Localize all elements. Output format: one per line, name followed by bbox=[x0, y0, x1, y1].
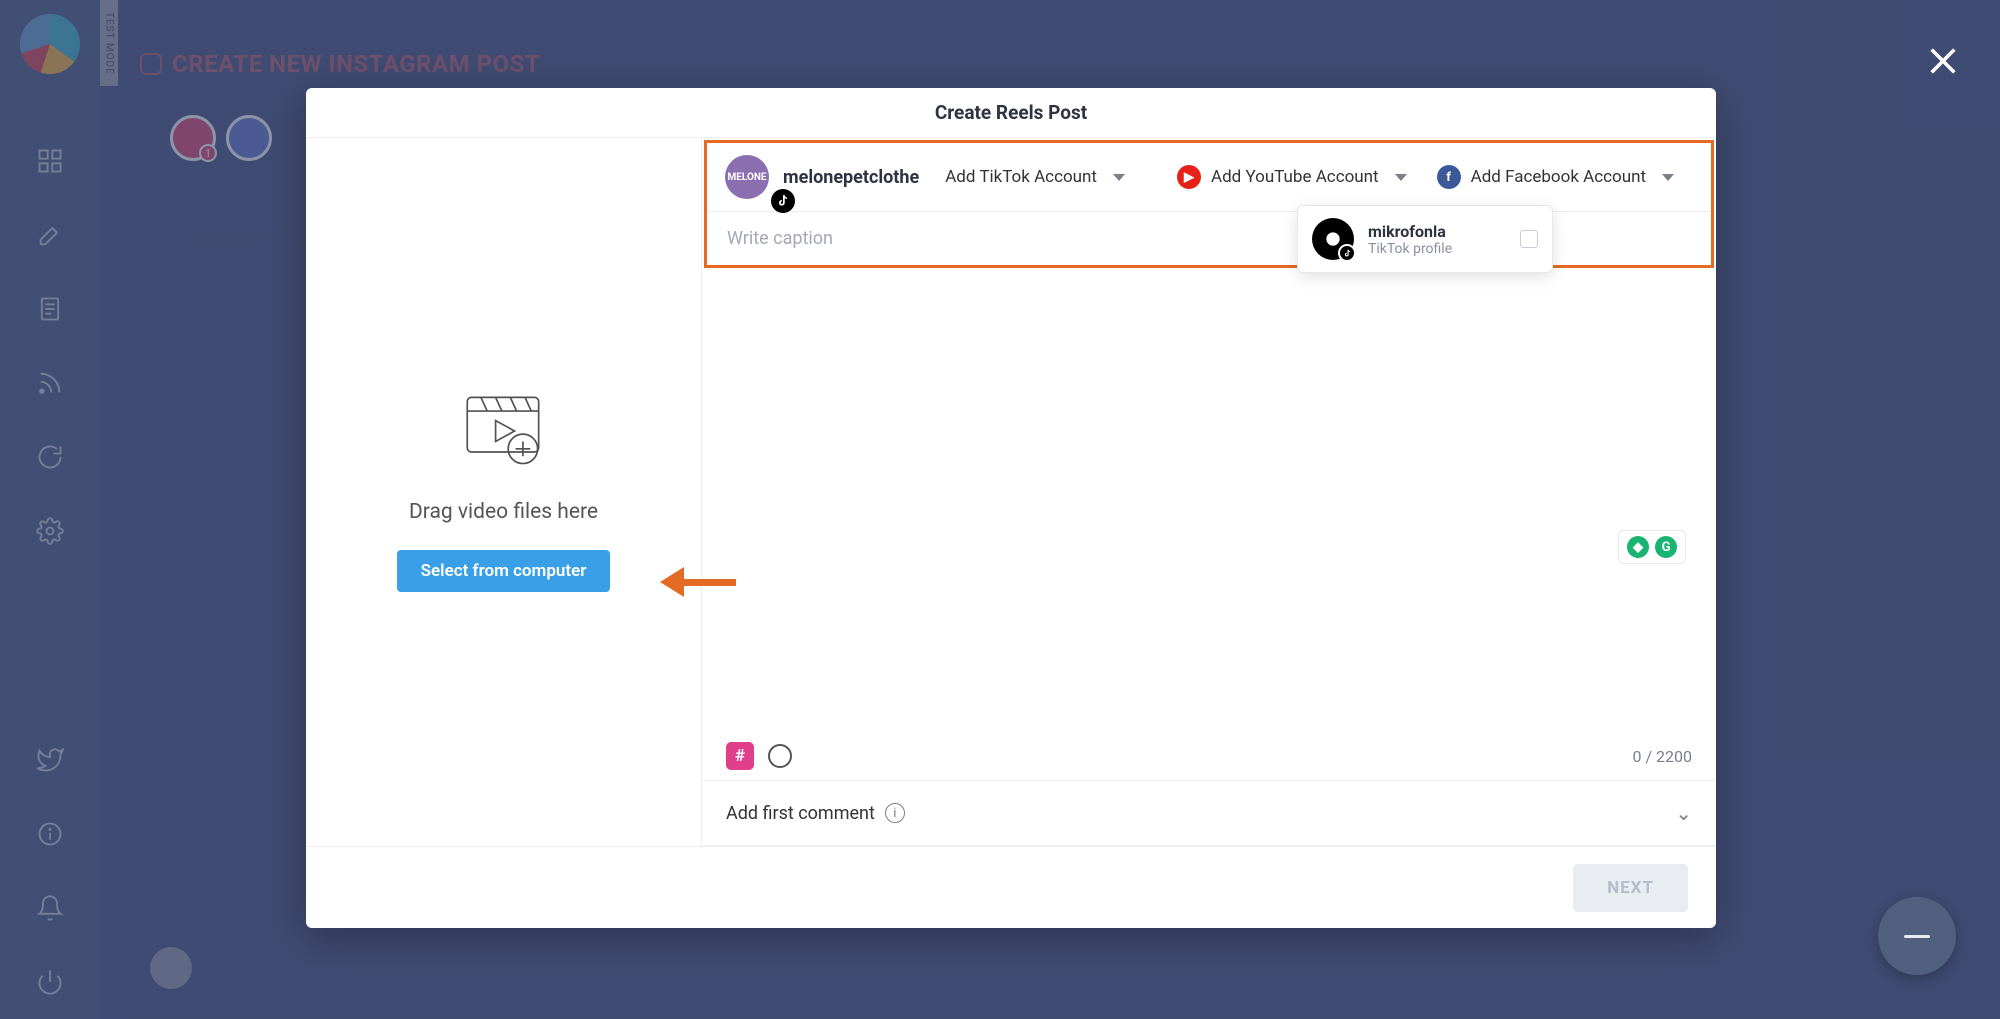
next-button[interactable]: NEXT bbox=[1573, 864, 1688, 912]
video-upload-icon bbox=[462, 392, 546, 474]
chevron-down-icon bbox=[1662, 174, 1674, 181]
tiktok-icon bbox=[771, 189, 795, 213]
modal-title: Create Reels Post bbox=[306, 88, 1716, 138]
tiktok-account-option[interactable]: mikrofonla TikTok profile bbox=[1297, 205, 1553, 273]
primary-account-avatar: MELONE bbox=[725, 155, 769, 199]
modal-footer: NEXT bbox=[306, 846, 1716, 928]
add-youtube-label: Add YouTube Account bbox=[1211, 167, 1379, 187]
tiktok-option-name: mikrofonla bbox=[1368, 222, 1452, 241]
tiktok-icon bbox=[1338, 244, 1356, 262]
facebook-icon: f bbox=[1437, 165, 1461, 189]
first-comment-label: Add first comment bbox=[726, 803, 875, 824]
chevron-down-icon bbox=[1113, 174, 1125, 181]
add-tiktok-label: Add TikTok Account bbox=[945, 167, 1097, 187]
chevron-down-icon: ⌄ bbox=[1675, 801, 1692, 825]
grammarly-tone-icon[interactable]: ◆ bbox=[1627, 536, 1649, 558]
add-facebook-account-button[interactable]: f Add Facebook Account bbox=[1437, 165, 1674, 189]
youtube-icon: ▶ bbox=[1177, 165, 1201, 189]
primary-account[interactable]: MELONE melonepetclothe bbox=[725, 155, 919, 199]
select-from-computer-button[interactable]: Select from computer bbox=[397, 550, 611, 592]
primary-account-name: melonepetclothe bbox=[783, 167, 919, 188]
accounts-highlight-region: MELONE melonepetclothe Add TikTok Accoun… bbox=[704, 140, 1714, 268]
tiktok-option-subtitle: TikTok profile bbox=[1368, 241, 1452, 257]
character-counter: 0 / 2200 bbox=[1633, 747, 1693, 766]
tiktok-option-checkbox[interactable] bbox=[1520, 230, 1538, 248]
emoji-button[interactable] bbox=[768, 744, 792, 768]
annotation-arrow bbox=[660, 567, 736, 597]
reels-form: MELONE melonepetclothe Add TikTok Accoun… bbox=[702, 138, 1716, 846]
menu-fab[interactable] bbox=[1878, 897, 1956, 975]
grammarly-icon[interactable]: G bbox=[1655, 536, 1677, 558]
grammarly-widget[interactable]: ◆ G bbox=[1618, 530, 1686, 564]
chevron-down-icon bbox=[1395, 174, 1407, 181]
add-first-comment-toggle[interactable]: Add first comment i ⌄ bbox=[702, 781, 1716, 846]
close-icon[interactable] bbox=[1926, 44, 1960, 78]
info-icon[interactable]: i bbox=[885, 803, 905, 823]
add-youtube-account-button[interactable]: ▶ Add YouTube Account bbox=[1177, 165, 1407, 189]
drop-zone-text: Drag video files here bbox=[409, 500, 598, 524]
hashtag-button[interactable]: # bbox=[726, 742, 754, 770]
add-tiktok-account-button[interactable]: Add TikTok Account bbox=[945, 167, 1125, 187]
add-facebook-label: Add Facebook Account bbox=[1471, 167, 1646, 187]
create-reels-modal: Create Reels Post Drag video files here … bbox=[306, 88, 1716, 928]
tiktok-option-avatar bbox=[1312, 218, 1354, 260]
video-drop-zone[interactable]: Drag video files here Select from comput… bbox=[306, 138, 702, 846]
caption-toolbar: # 0 / 2200 bbox=[702, 732, 1716, 781]
